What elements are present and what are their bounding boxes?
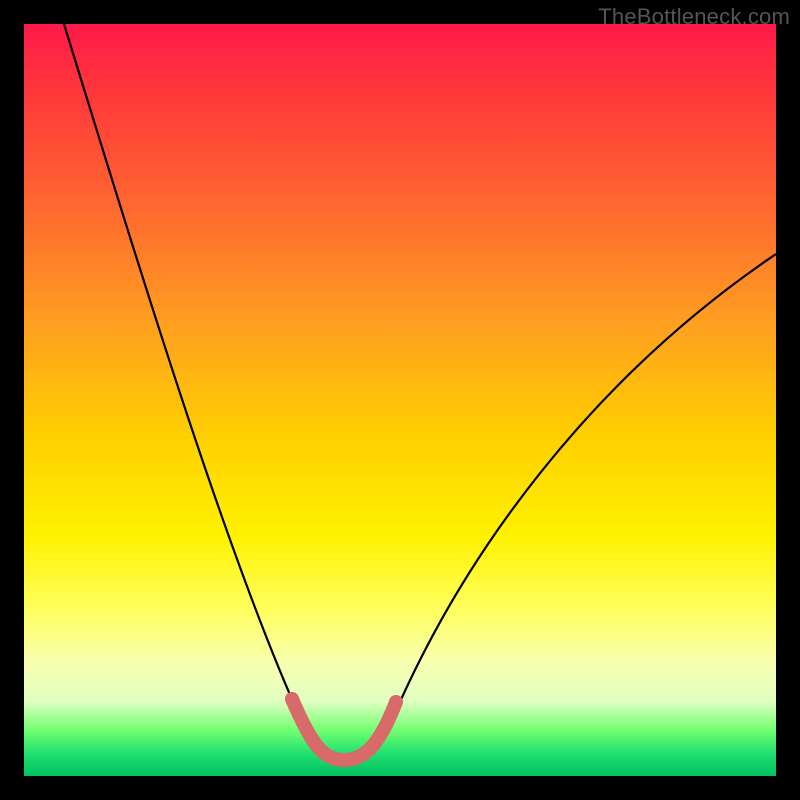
credit-text: TheBottleneck.com <box>598 4 790 30</box>
min-zone-dot-right <box>389 695 403 709</box>
chart-svg <box>24 24 776 776</box>
bottleneck-curve <box>64 24 776 759</box>
min-zone-highlight <box>292 699 396 760</box>
chart-plot-area <box>24 24 776 776</box>
min-zone-dot-left <box>285 692 299 706</box>
